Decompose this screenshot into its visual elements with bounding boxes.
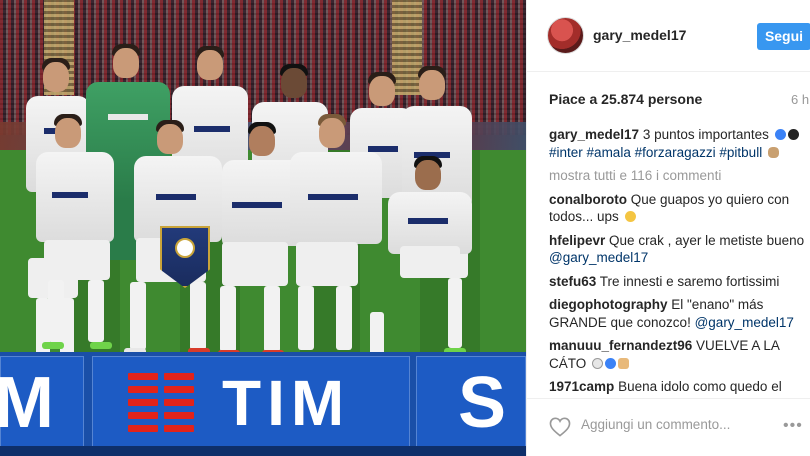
comment: manuuu_fernandezt96 VUELVE A LA CÁTO [549,337,807,372]
hashtag-link[interactable]: #forzaragazzi [635,145,716,160]
comment-text: Que crak , ayer le metiste bueno [609,232,805,248]
mention-link[interactable]: @gary_medel17 [549,250,648,265]
heart-icon[interactable] [549,417,571,437]
comment-username[interactable]: conalboroto [549,192,627,207]
comment: 1971camp Buena idolo como quedo el tatit… [549,378,807,398]
adboard-tim-text: TIM [222,367,351,439]
post-details-panel: gary_medel17 Segui Piace a 25.874 person… [526,0,810,456]
white-circle-emoji [592,357,604,369]
caption-text: 3 puntos importantes [642,127,769,142]
post-photo[interactable]: M TIM S [0,0,526,456]
comment-username[interactable]: diegophotography [549,297,668,312]
hashtag-link[interactable]: #amala [587,145,631,160]
post-timestamp[interactable]: 6 h [791,92,809,107]
hashtag-link[interactable]: #inter [549,145,583,160]
hashtag-link[interactable]: #pitbull [719,145,762,160]
author-username[interactable]: gary_medel17 [593,27,686,43]
load-more-comments[interactable]: mostra tutti e 116 i commenti [549,167,807,185]
comment-username[interactable]: stefu63 [549,274,596,289]
add-comment-input[interactable]: Aggiungi un commento... [581,417,730,432]
adboard-right-text: S [458,363,509,443]
post-actions: Aggiungi un commento... ••• [527,398,810,456]
comment-text: Tre innesti e saremo fortissimi [599,273,780,289]
adboard-bottom-strip [0,446,526,456]
praying-hands-emoji [618,357,630,369]
comment: diegophotography El "enano" más GRANDE q… [549,296,807,331]
avatar[interactable] [547,17,584,54]
blue-circle-emoji [605,357,617,369]
blue-circle-emoji [774,129,786,140]
mention-link[interactable]: @gary_medel17 [695,315,794,330]
likes-count[interactable]: Piace a 25.874 persone [549,91,702,107]
grinning-emoji [624,211,636,222]
comment: hfelipevr Que crak , ayer le metiste bue… [549,232,807,267]
comment-username[interactable]: 1971camp [549,379,614,394]
follow-button[interactable]: Segui [757,23,810,50]
more-options-icon[interactable]: ••• [783,417,803,435]
comment-username[interactable]: manuuu_fernandezt96 [549,338,692,353]
dog-emoji [767,146,779,158]
black-circle-emoji [787,129,799,140]
comments-list: gary_medel17 3 puntos importantes #inter… [549,126,807,398]
tim-logo-icon [128,373,208,433]
comment: stefu63 Tre innesti e saremo fortissimi [549,273,807,291]
caption-username[interactable]: gary_medel17 [549,127,639,142]
club-crest [175,238,195,258]
post-header: gary_medel17 Segui [527,0,810,72]
stadium-stairs [392,0,422,95]
comment-username[interactable]: hfelipevr [549,233,605,248]
adboard-left-text: M [0,363,56,443]
comment: conalboroto Que guapos yo quiero con tod… [549,191,807,226]
caption: gary_medel17 3 puntos importantes #inter… [549,126,807,161]
